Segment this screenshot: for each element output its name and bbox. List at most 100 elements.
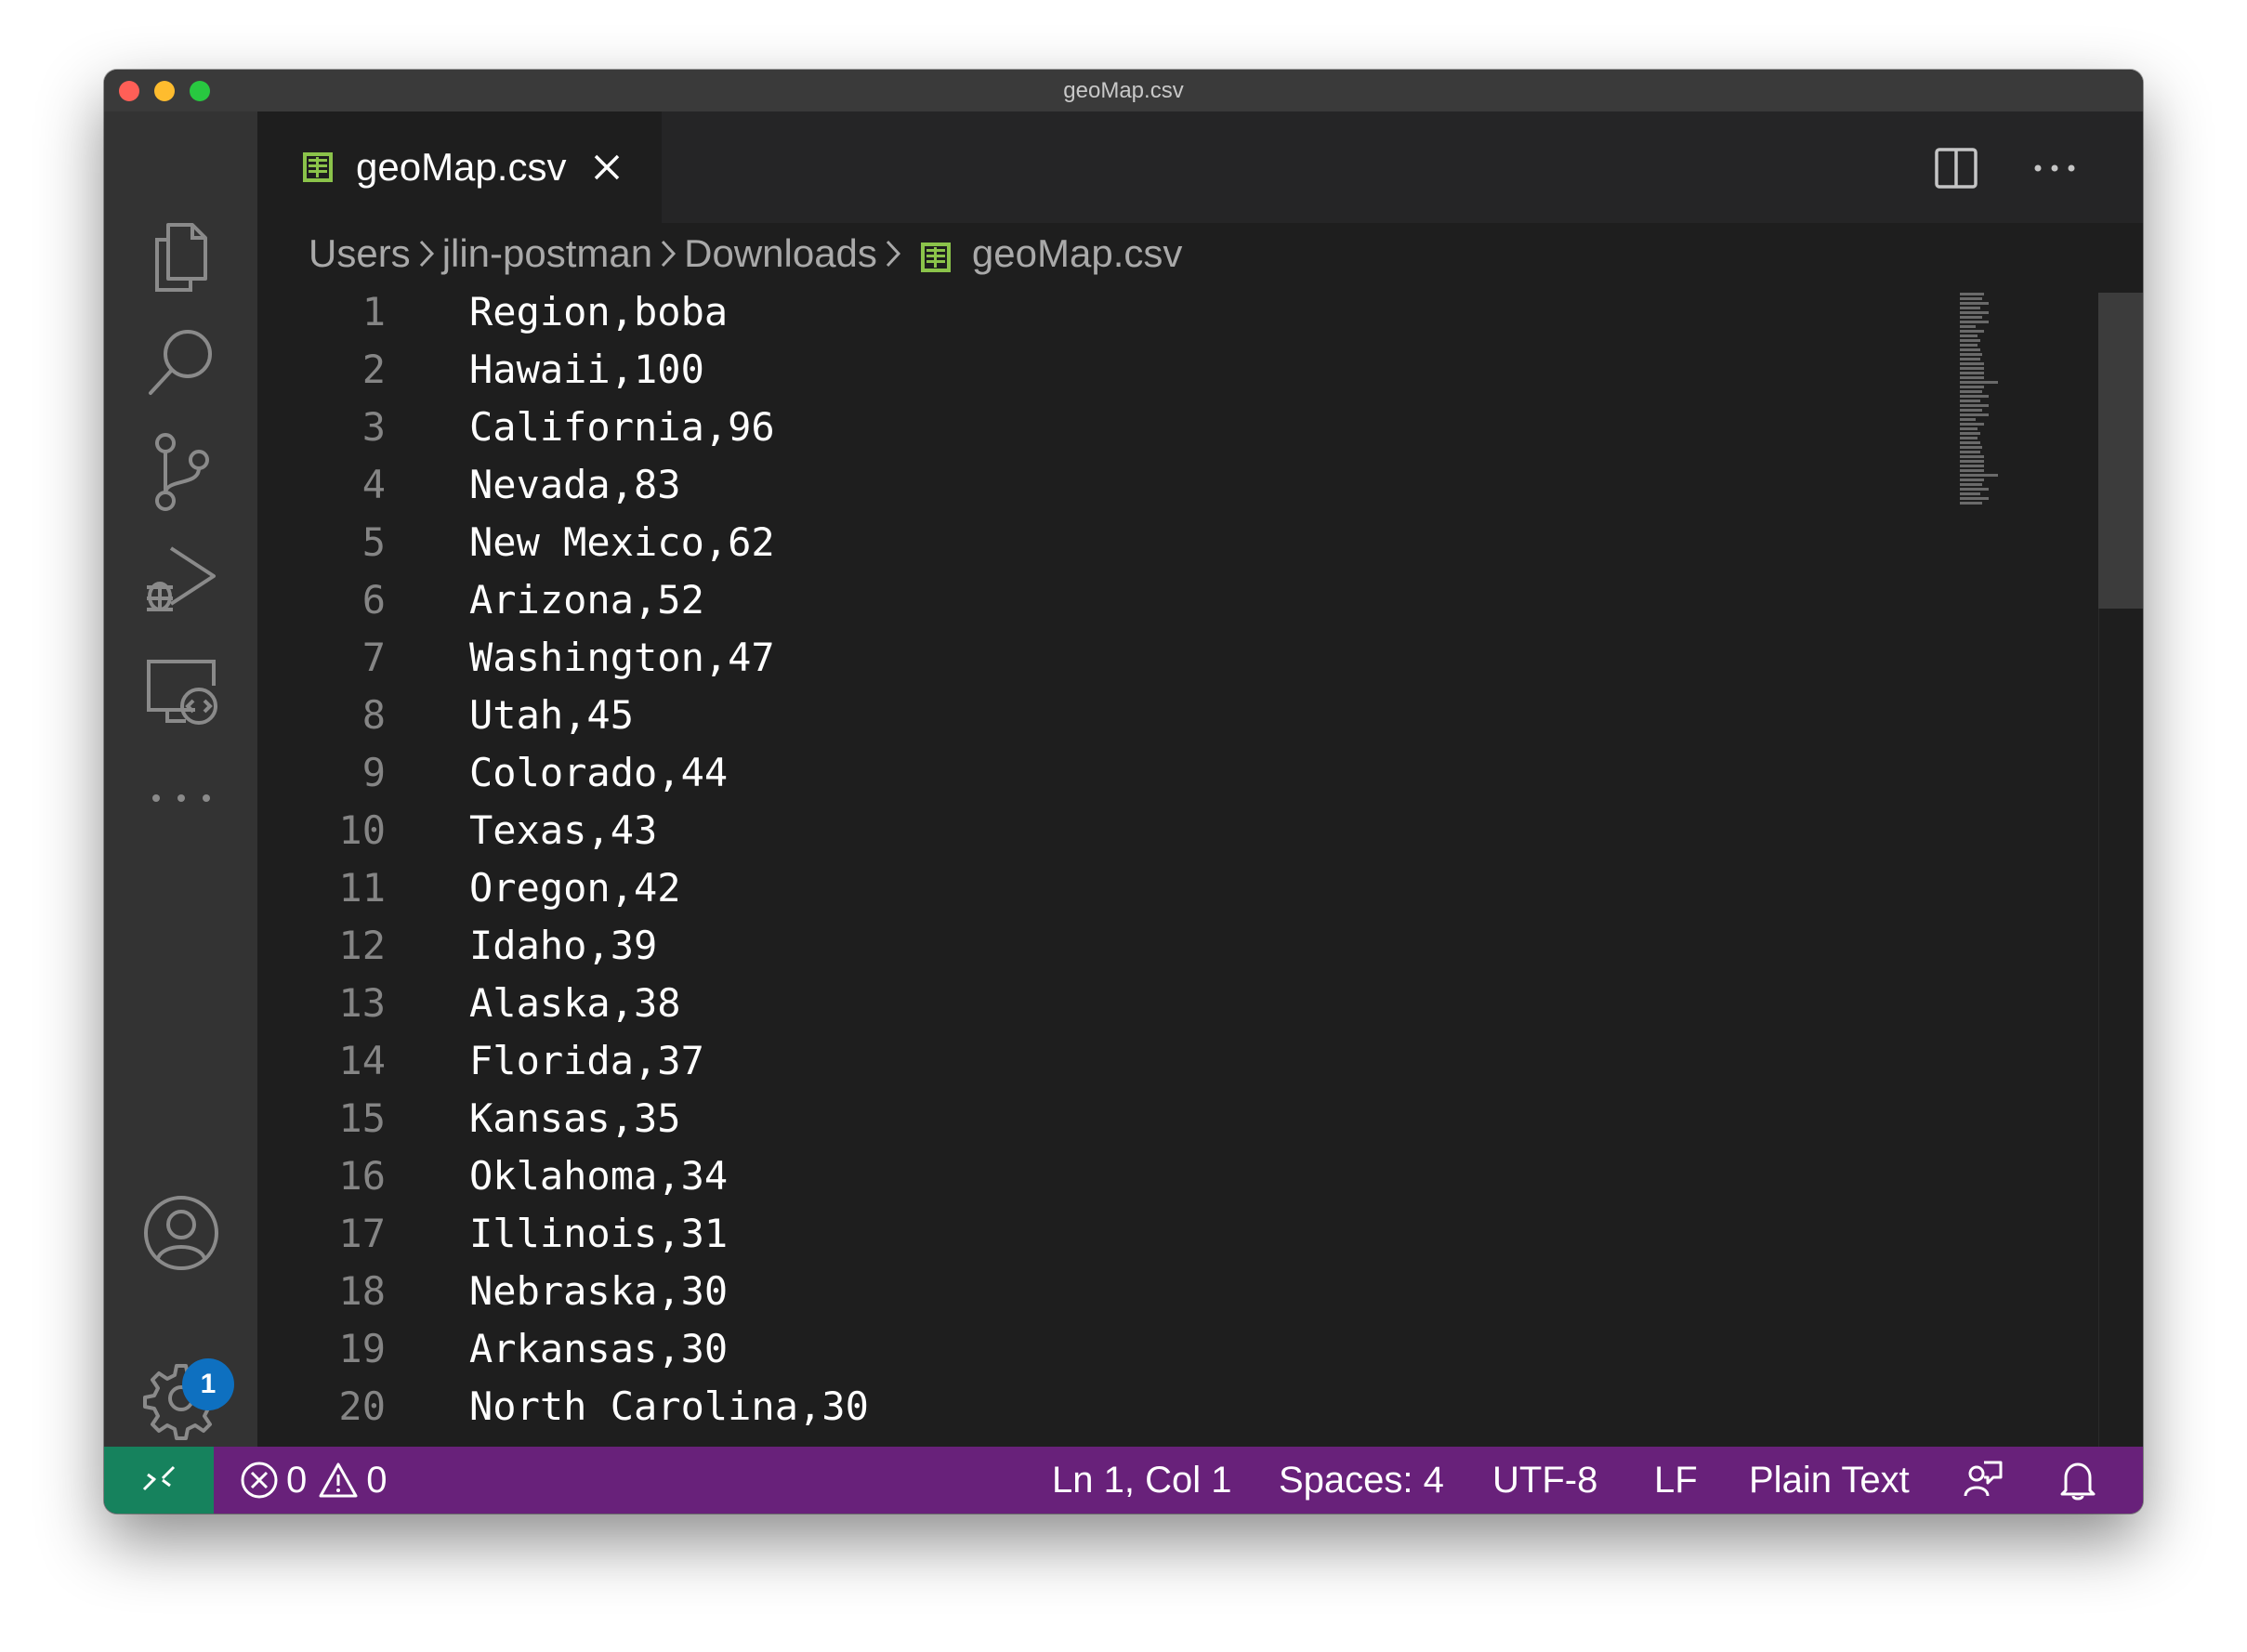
feedback-icon[interactable]: [1955, 1447, 2011, 1514]
minimap-line: [1960, 409, 1982, 412]
editor-line[interactable]: 20 North Carolina,30: [257, 1378, 1930, 1436]
editor-line[interactable]: 19 Arkansas,30: [257, 1320, 1930, 1378]
cursor-position[interactable]: Ln 1, Col 1: [1052, 1447, 1231, 1514]
editor-actions: [1933, 145, 2078, 191]
remote-icon: [142, 1465, 176, 1491]
line-number: 10: [338, 807, 386, 853]
minimap-line: [1960, 441, 1980, 444]
minimap-line: [1960, 404, 1990, 407]
editor-line[interactable]: 6 Arizona,52: [257, 571, 1930, 629]
line-text: Oklahoma,34: [469, 1153, 729, 1199]
code-editor[interactable]: 1 Region,boba 2 Hawaii,100 3 California,96 4 Ne…: [257, 283, 2143, 1447]
line-number: 9: [361, 750, 386, 795]
error-icon: [240, 1461, 279, 1500]
notifications-bell-icon[interactable]: [2050, 1447, 2106, 1514]
breadcrumb-item-downloads[interactable]: Downloads: [684, 231, 877, 276]
csv-file-icon: [920, 238, 952, 272]
split-editor-icon[interactable]: [1933, 145, 1979, 191]
indentation-setting[interactable]: Spaces: 4: [1279, 1447, 1444, 1514]
more-icon[interactable]: [139, 756, 223, 840]
minimap-line: [1960, 339, 1980, 342]
minimap-line: [1960, 386, 1985, 388]
warning-icon: [318, 1461, 359, 1500]
line-text: California,96: [469, 404, 775, 450]
minimap-line: [1960, 451, 1980, 453]
line-number: 8: [361, 692, 386, 738]
account-icon[interactable]: [139, 1191, 223, 1275]
minimap-line: [1960, 465, 1985, 467]
tab-label: geoMap.csv: [356, 145, 567, 189]
minimap-line: [1960, 455, 1985, 458]
minimap-line: [1960, 469, 1985, 472]
line-text: Nevada,83: [469, 462, 681, 507]
problems-indicator[interactable]: 0 0: [240, 1447, 399, 1514]
remote-explorer-icon[interactable]: [139, 649, 223, 732]
editor-line[interactable]: 4 Nevada,83: [257, 456, 1930, 514]
remote-indicator-button[interactable]: [104, 1447, 214, 1514]
search-icon[interactable]: [139, 321, 223, 404]
line-text: Florida,37: [469, 1038, 704, 1083]
line-text: Hawaii,100: [469, 347, 704, 392]
line-text: Illinois,31: [469, 1211, 729, 1256]
vscode-window: geoMap.csv 1 geoMap.csv Users jlin-postm…: [104, 70, 2143, 1514]
minimap-line: [1960, 479, 1985, 481]
editor-line[interactable]: 16 Oklahoma,34: [257, 1147, 1930, 1205]
line-text: North Carolina,30: [469, 1383, 869, 1429]
editor-line[interactable]: 14 Florida,37: [257, 1032, 1930, 1090]
editor-line[interactable]: 18 Nebraska,30: [257, 1263, 1930, 1320]
close-icon[interactable]: [588, 149, 625, 186]
line-number: 14: [338, 1038, 386, 1083]
breadcrumb-item-jlin-postman[interactable]: jlin-postman: [442, 231, 652, 276]
line-number: 11: [338, 865, 386, 911]
editor-line[interactable]: 7 Washington,47: [257, 629, 1930, 687]
source-control-icon[interactable]: [139, 430, 223, 514]
line-number: 16: [338, 1153, 386, 1199]
tab-geomap-csv[interactable]: geoMap.csv: [257, 111, 662, 223]
minimap-line: [1960, 502, 1982, 505]
editor-line[interactable]: 17 Illinois,31: [257, 1205, 1930, 1263]
minimap-line: [1960, 325, 1976, 328]
line-text: Arkansas,30: [469, 1326, 729, 1371]
editor-line[interactable]: 1 Region,boba: [257, 283, 1930, 341]
editor-line[interactable]: 8 Utah,45: [257, 687, 1930, 744]
minimap-line: [1960, 293, 1985, 295]
breadcrumb-item-users[interactable]: Users: [309, 231, 411, 276]
line-number: 20: [338, 1383, 386, 1429]
warning-count: 0: [366, 1459, 388, 1501]
editor-line[interactable]: 5 New Mexico,62: [257, 514, 1930, 571]
line-text: Nebraska,30: [469, 1268, 729, 1314]
minimap-line: [1960, 376, 1985, 379]
line-text: Idaho,39: [469, 923, 658, 968]
line-text: Alaska,38: [469, 980, 681, 1026]
editor-line[interactable]: 13 Alaska,38: [257, 975, 1930, 1032]
minimap[interactable]: [1960, 293, 2006, 506]
run-debug-icon[interactable]: [139, 539, 223, 623]
minimap-line: [1960, 390, 1982, 393]
editor-line[interactable]: 3 California,96: [257, 399, 1930, 456]
files-icon[interactable]: [139, 214, 223, 297]
line-number: 1: [361, 289, 386, 334]
language-mode[interactable]: Plain Text: [1749, 1447, 1910, 1514]
breadcrumb-item-geomap-csv[interactable]: geoMap.csv: [972, 231, 1182, 276]
scrollbar-thumb[interactable]: [2098, 293, 2143, 609]
line-number: 4: [361, 462, 386, 507]
line-number: 12: [338, 923, 386, 968]
minimap-line: [1960, 321, 1990, 323]
editor-line[interactable]: 2 Hawaii,100: [257, 341, 1930, 399]
editor-line[interactable]: 11 Oregon,42: [257, 859, 1930, 917]
tab-bar: geoMap.csv: [257, 111, 2143, 223]
line-number: 2: [361, 347, 386, 392]
minimap-line: [1960, 483, 1982, 486]
editor-line[interactable]: 12 Idaho,39: [257, 917, 1930, 975]
encoding-setting[interactable]: UTF-8: [1492, 1447, 1597, 1514]
minimap-line: [1960, 330, 1985, 333]
eol-setting[interactable]: LF: [1654, 1447, 1698, 1514]
chevron-right-icon: [877, 235, 909, 272]
line-text: New Mexico,62: [469, 519, 775, 565]
editor-line[interactable]: 10 Texas,43: [257, 802, 1930, 859]
editor-line[interactable]: 15 Kansas,35: [257, 1090, 1930, 1147]
minimap-line: [1960, 372, 1985, 374]
minimap-line: [1960, 302, 1990, 305]
editor-line[interactable]: 9 Colorado,44: [257, 744, 1930, 802]
more-actions-icon[interactable]: [2031, 145, 2078, 191]
